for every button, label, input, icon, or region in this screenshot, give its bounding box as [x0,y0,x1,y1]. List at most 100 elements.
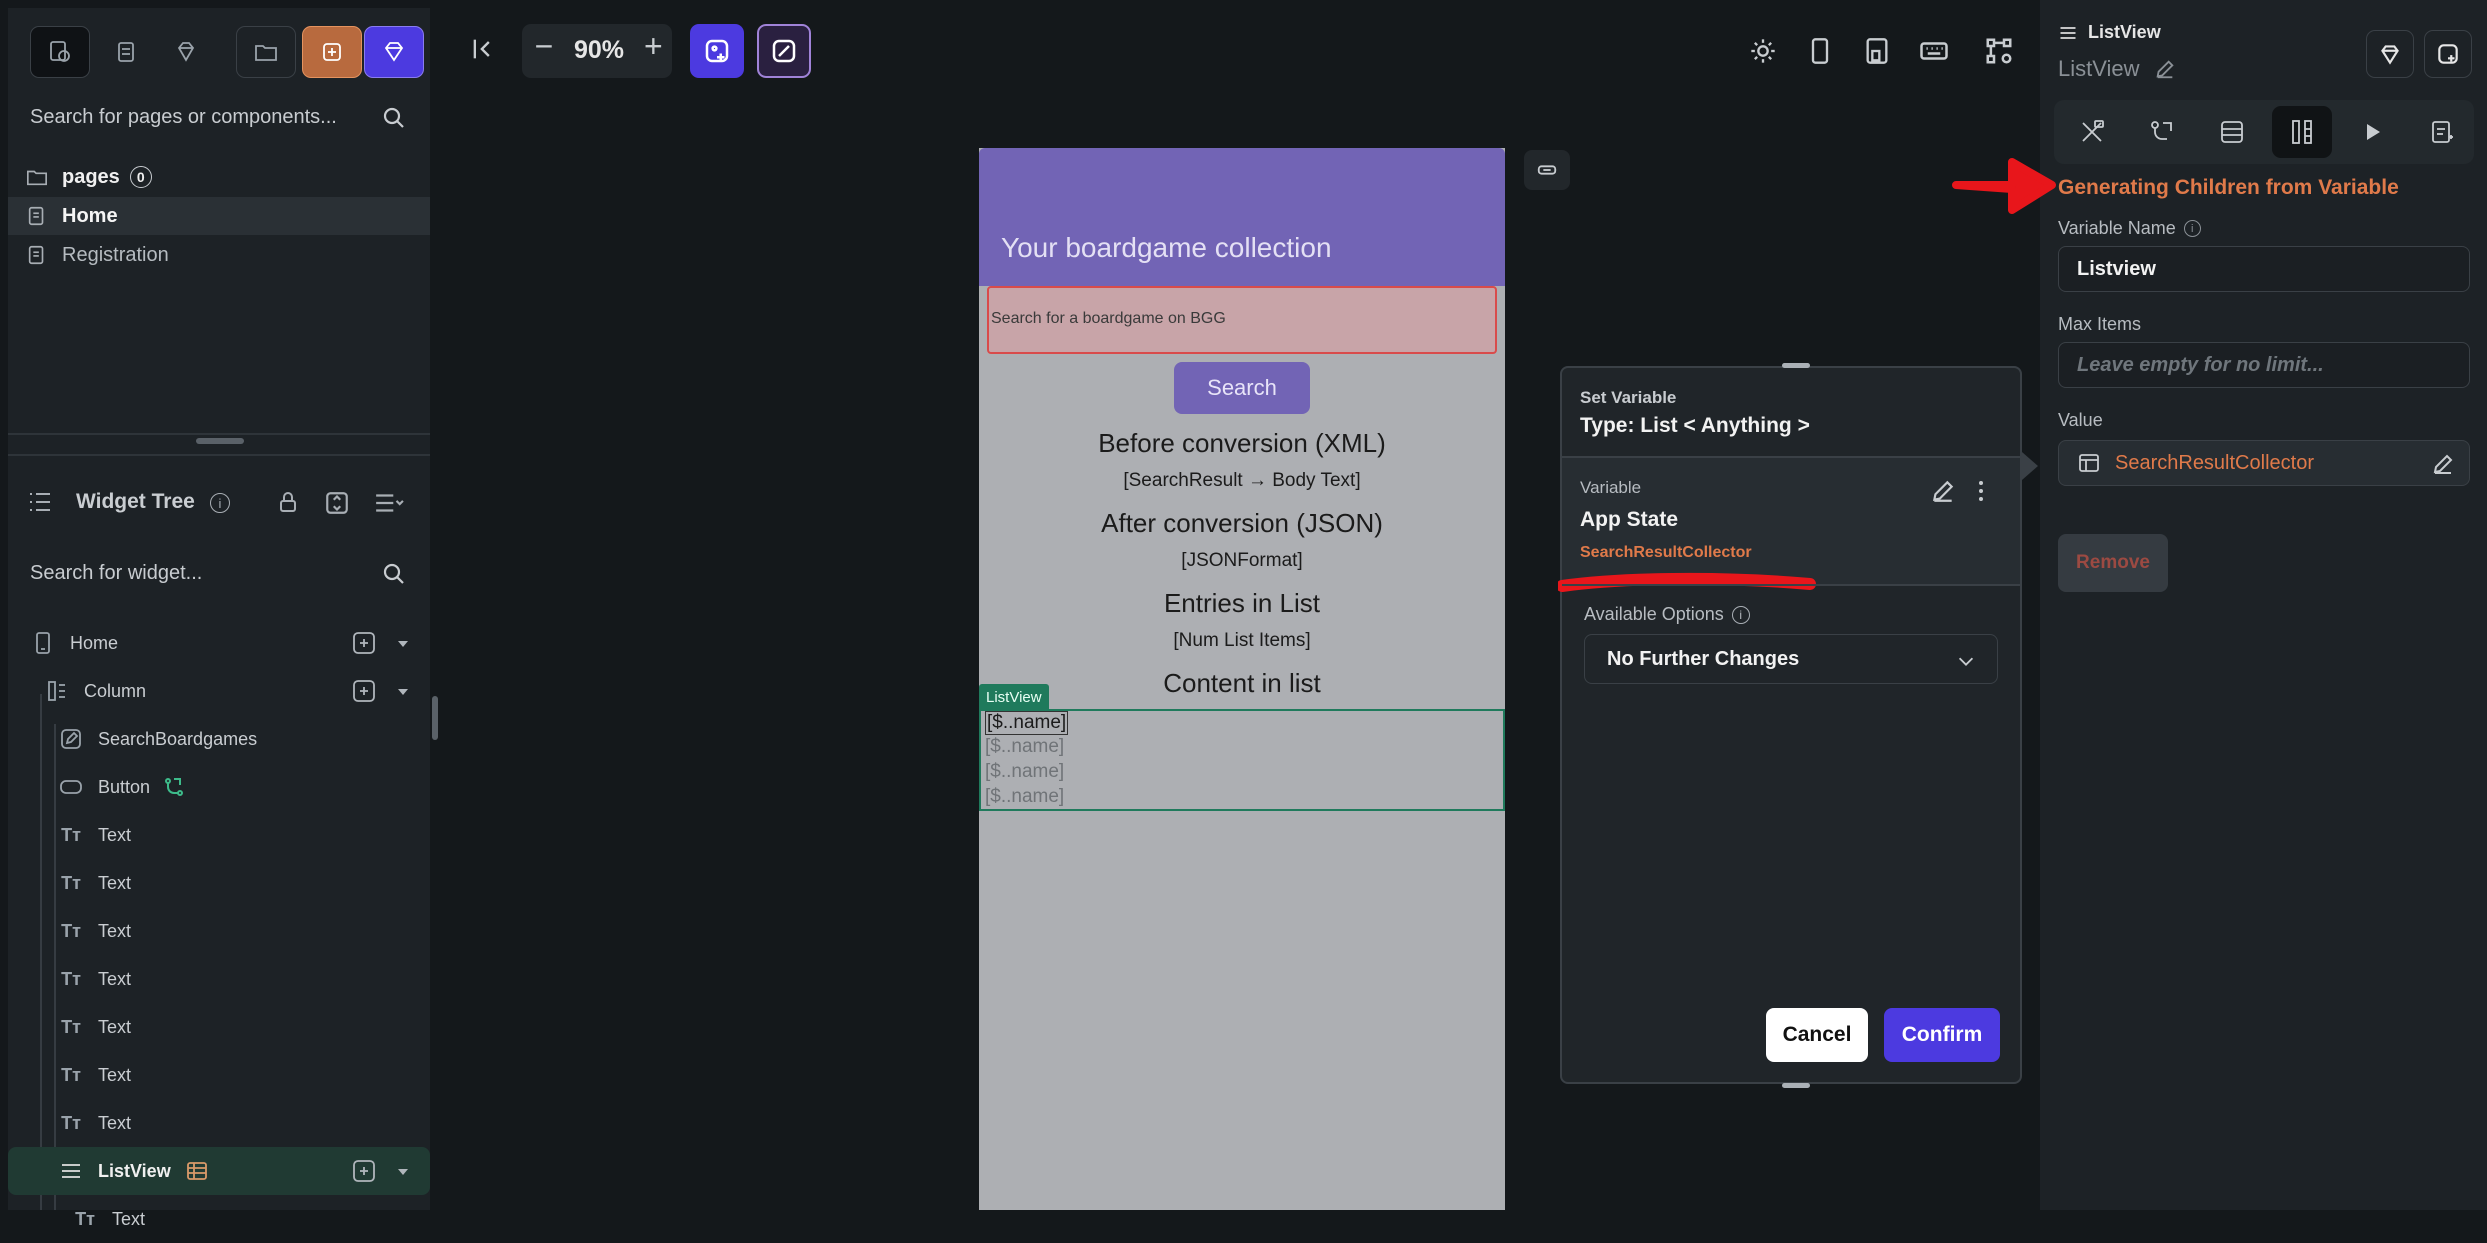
tree-item-text[interactable]: Tт Text [8,1195,430,1243]
listview-preview[interactable]: [$..name] [$..name] [$..name] [$..name] [979,709,1505,811]
search-icon[interactable] [382,106,406,130]
diamond-icon [177,42,195,62]
tablet-icon [1866,38,1888,64]
tree-item-text[interactable]: Tт Text [8,955,430,1003]
ai-widget-button[interactable] [757,24,811,78]
pages-tool-button[interactable] [30,26,90,78]
edit-icon[interactable] [2154,58,2176,80]
options-dropdown[interactable]: No Further Changes [1584,634,1998,684]
action-flow-icon [2151,121,2172,140]
tree-item-text[interactable]: Tт Text [8,1051,430,1099]
info-icon[interactable]: i [210,493,230,513]
collapse-panel-button[interactable] [460,26,506,72]
edit-icon[interactable] [2431,452,2455,476]
keyboard-icon [1920,42,1948,60]
edit-icon[interactable] [1930,478,1956,504]
list-item[interactable]: [$..name] [985,761,1064,783]
keyboard-button[interactable] [1911,28,1957,74]
list-item[interactable]: [$..name] [985,711,1069,735]
widget-name[interactable]: ListView [2058,56,2176,82]
theme-tool-button[interactable] [156,26,216,78]
zoom-level[interactable]: 90% [574,36,624,65]
variable-section[interactable]: Variable App State SearchResultCollector [1562,458,2020,584]
folder-tool-button[interactable] [236,26,296,78]
tab-backend-query[interactable] [2202,106,2262,158]
search-widget-input[interactable]: Search for widget... [30,562,202,585]
dialog-resize-handle[interactable] [1782,363,1810,368]
add-child-button[interactable] [350,1157,378,1185]
dialog-resize-handle[interactable] [1782,1083,1810,1088]
add-child-button[interactable] [350,677,378,705]
canvas-settings-button[interactable] [1976,28,2022,74]
boardgame-search-field[interactable]: Search for a boardgame on BGG [987,286,1497,354]
marketplace-button[interactable] [2366,30,2414,78]
chevron-down-icon[interactable] [398,689,408,695]
search-button[interactable]: Search [1174,362,1310,414]
confirm-button[interactable]: Confirm [1884,1008,2000,1062]
info-icon[interactable]: i [2183,220,2201,237]
marketplace-button[interactable] [364,26,424,78]
search-icon[interactable] [382,562,406,586]
chevron-down-icon [1958,657,1974,666]
tree-item-text[interactable]: Tт Text [8,1003,430,1051]
light-mode-button[interactable] [1740,28,1786,74]
lock-icon[interactable] [276,490,300,514]
add-widget-button[interactable] [690,24,744,78]
more-vert-icon[interactable] [1976,478,1986,504]
text-icon: Tт [61,1064,81,1085]
phone-preview-button[interactable] [1797,28,1843,74]
page-item-registration[interactable]: Registration [8,236,430,274]
expand-collapse-icon[interactable] [324,490,350,516]
red-arrow-annotation [1952,158,2056,214]
value-field[interactable]: SearchResultCollector [2058,440,2470,486]
text-content-in-list: Content in list [1163,668,1321,698]
magic-widget-icon [772,39,796,63]
tab-properties[interactable] [2062,106,2122,158]
play-icon [2367,124,2380,140]
resize-handle[interactable] [196,438,244,444]
tree-options-icon[interactable] [374,490,404,516]
pages-folder[interactable]: pages 0 [8,158,430,196]
search-pages-input[interactable]: Search for pages or components... [30,106,337,129]
chevron-down-icon[interactable] [398,1169,408,1175]
page-icon [28,206,44,226]
selection-chip[interactable] [1524,150,1570,190]
list-item[interactable]: [$..name] [985,786,1064,808]
widget-tree-icon [26,488,54,516]
zoom-in-button[interactable]: + [644,28,663,65]
left-panel: Search for pages or components... pages … [8,8,430,1229]
components-tool-button[interactable] [96,26,156,78]
chevron-down-icon[interactable] [398,641,408,647]
list-item[interactable]: [$..name] [985,736,1064,758]
page-icon [28,245,44,265]
tab-animations[interactable] [2342,106,2402,158]
info-icon[interactable]: i [1731,605,1750,624]
tree-item-button[interactable]: Button [8,763,430,811]
variable-name-label: Variable Name i [2058,218,2201,239]
variable-name-field[interactable]: Listview [2058,246,2470,292]
canvas-scrollbar[interactable] [432,696,438,740]
add-child-button[interactable] [350,629,378,657]
tree-item-text[interactable]: Tт Text [8,907,430,955]
page-item-home[interactable]: Home [8,197,430,235]
zoom-out-button[interactable]: − [530,28,558,65]
tab-documentation[interactable] [2412,106,2472,158]
tree-item-text[interactable]: Tт Text [8,859,430,907]
remove-button[interactable]: Remove [2058,534,2168,592]
table-icon [2079,454,2099,472]
tree-item-textfield[interactable]: SearchBoardgames [8,715,430,763]
layers-icon [118,42,134,62]
tablet-preview-button[interactable] [1854,28,1900,74]
tree-item-text[interactable]: Tт Text [8,811,430,859]
cancel-button[interactable]: Cancel [1766,1008,1868,1062]
max-items-label: Max Items [2058,314,2142,334]
add-widget-button[interactable] [2424,30,2472,78]
tree-item-text[interactable]: Tт Text [8,1099,430,1147]
folder-icon [255,45,277,61]
red-underline-annotation [1558,572,1816,592]
tab-actions[interactable] [2132,106,2192,158]
max-items-field[interactable]: Leave empty for no limit... [2058,342,2470,388]
tab-generate-children[interactable] [2272,106,2332,158]
add-component-button[interactable] [302,26,362,78]
pages-icon [50,41,70,62]
